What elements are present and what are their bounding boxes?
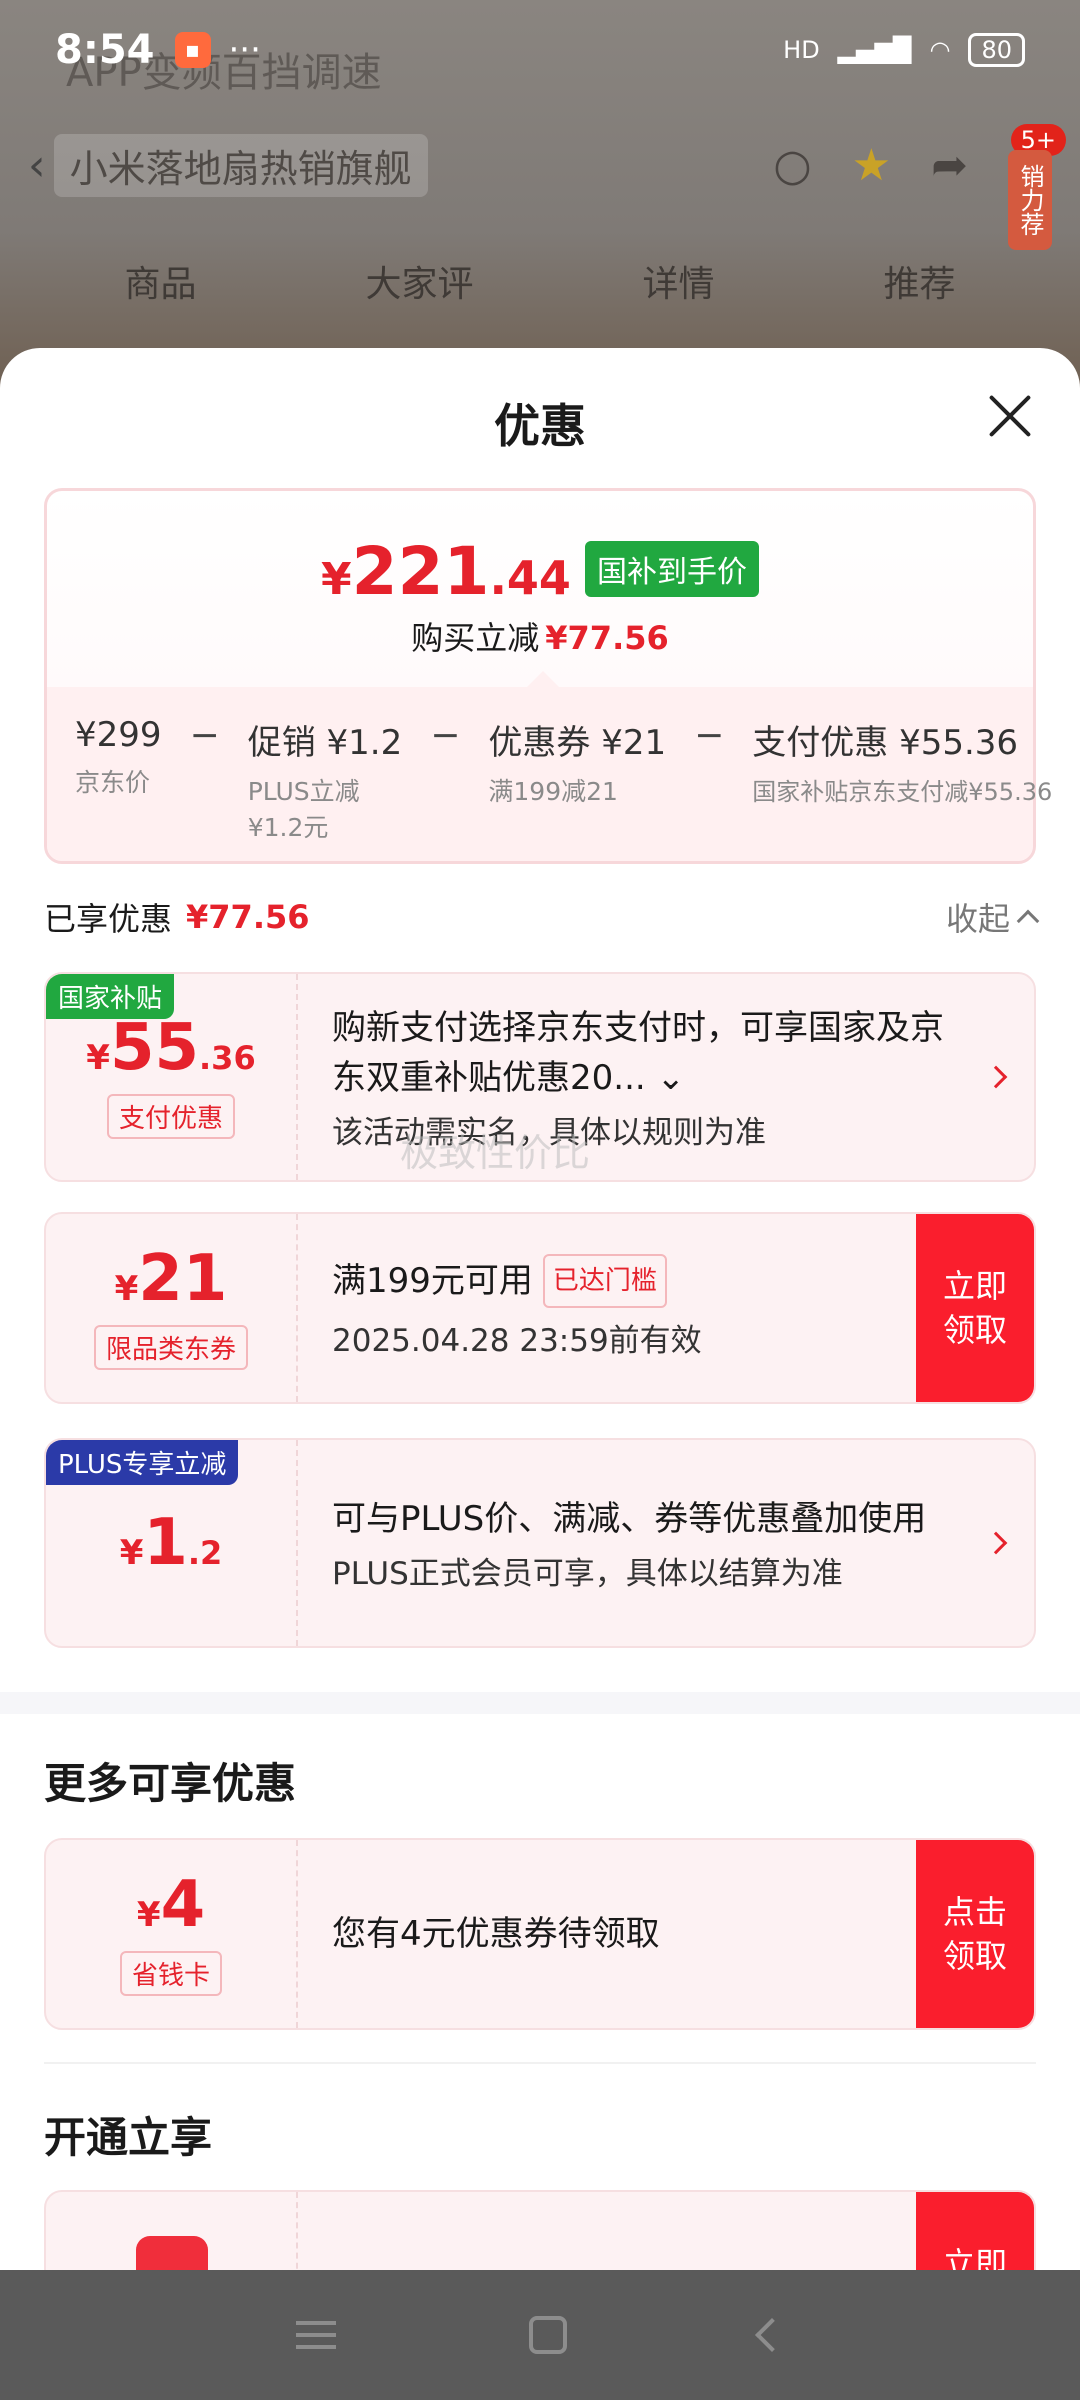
status-right: HD ▂▄▆█ ◠ 80	[783, 33, 1025, 67]
sheet-title: 优惠	[494, 399, 586, 453]
coupon-description: 您有4元优惠券待领取	[332, 1914, 660, 1954]
corner-tag-plus: PLUS专享立减	[46, 1440, 239, 1485]
wifi-icon: ◠	[929, 36, 951, 64]
watermark: 极致性价比	[400, 1131, 591, 1175]
coupon-card-open: 立即	[44, 2190, 1036, 2270]
network-label: HD	[783, 36, 820, 64]
battery-indicator: 80	[968, 33, 1025, 67]
search-icon[interactable]: ○	[773, 140, 811, 191]
system-nav-bar	[0, 2270, 1080, 2400]
coupon-value: ¥4 省钱卡	[46, 1840, 298, 2028]
member-logo-icon	[136, 2236, 208, 2270]
minus-operator: −	[430, 715, 461, 756]
chevron-up-icon	[1016, 909, 1040, 933]
coupon-description: 满199元可用 已达门槛 2025.04.28 23:59前有效	[332, 1214, 904, 1402]
coupon-type-label: 支付优惠	[106, 1093, 235, 1139]
app-notification-icon: ▪	[174, 32, 211, 68]
claim-coupon-button[interactable]: 立即领取	[916, 1214, 1034, 1402]
status-bar: 8:54 ▪ ··· HD ▂▄▆█ ◠ 80	[0, 0, 1080, 100]
final-price-row: ¥221.44 国补到手价	[47, 533, 1033, 610]
star-icon[interactable]: ★	[852, 140, 891, 191]
coupon-value: ¥21 限品类东券	[46, 1214, 298, 1402]
collapse-button[interactable]: 收起	[946, 894, 1040, 940]
instant-discount-row: 购买立减 ¥77.56	[411, 619, 669, 657]
back-nav-icon[interactable]	[754, 2318, 789, 2352]
share-icon[interactable]: ➦	[931, 140, 968, 191]
minus-operator: −	[694, 715, 725, 756]
instant-discount-amount: ¥77.56	[545, 619, 669, 657]
final-price: ¥221.44	[321, 533, 571, 610]
back-icon[interactable]: ‹	[28, 140, 46, 191]
coupon-description: 可与PLUS价、满减、券等优惠叠加使用 PLUS正式会员可享，具体以结算为准	[332, 1498, 927, 1592]
subsidy-price-tag: 国补到手价	[584, 541, 759, 597]
open-now-button[interactable]: 立即	[916, 2192, 1034, 2270]
signal-icon: ▂▄▆█	[837, 36, 912, 64]
discount-sheet: 优惠 ¥221.44 国补到手价 购买立减 ¥77.56 ¥299 京东价 − 促…	[0, 348, 1080, 2270]
breakdown-promotion: 促销 ¥1.2 PLUS立减 ¥1.2元	[247, 723, 403, 842]
corner-tag-national-subsidy: 国家补贴	[46, 974, 175, 1019]
section-divider	[0, 1692, 1080, 1714]
coupon-card-plus[interactable]: ¥1.2 PLUS专享立减 可与PLUS价、满减、券等优惠叠加使用 PLUS正式…	[44, 1438, 1036, 1648]
enjoyed-label: 已享优惠	[44, 900, 173, 938]
minus-operator: −	[189, 715, 220, 756]
tab-recommend[interactable]: 推荐	[883, 255, 955, 307]
threshold-reached-tag: 已达门槛	[542, 1254, 667, 1308]
status-time: 8:54	[55, 27, 155, 73]
price-breakdown: ¥299 京东价 − 促销 ¥1.2 PLUS立减 ¥1.2元 − 优惠券 ¥2…	[47, 687, 1052, 861]
chevron-right-icon[interactable]	[984, 1065, 1008, 1089]
tab-goods[interactable]: 商品	[124, 255, 196, 307]
side-tag[interactable]: 销力荐	[1008, 150, 1052, 250]
price-summary-card: ¥221.44 国补到手价 购买立减 ¥77.56 ¥299 京东价 − 促销 ¥…	[44, 488, 1052, 864]
status-more: ···	[228, 30, 261, 70]
close-icon[interactable]	[984, 388, 1036, 440]
divider	[44, 2062, 1036, 2064]
enjoyed-amount: ¥77.56	[186, 898, 310, 936]
coupon-type-label: 省钱卡	[119, 1950, 222, 1996]
enjoyed-discount-row: 已享优惠 ¥77.56 收起	[44, 894, 1040, 940]
store-name[interactable]: 小米落地扇热销旗舰	[53, 133, 428, 197]
breakdown-coupon: 优惠券 ¥21 满199减21	[488, 723, 667, 806]
background-store-row: ‹ 小米落地扇热销旗舰 ○ ★ ➦ ⋯	[28, 130, 1052, 200]
home-icon[interactable]	[528, 2316, 567, 2354]
more-discounts-title: 更多可享优惠	[44, 1759, 297, 1808]
background-tabs: 商品 大家评 详情 推荐	[0, 255, 1080, 307]
pointer-triangle	[527, 671, 559, 687]
tab-details[interactable]: 详情	[642, 255, 714, 307]
claim-savings-card-button[interactable]: 点击领取	[916, 1840, 1034, 2028]
coupon-card-category: ¥21 限品类东券 满199元可用 已达门槛 2025.04.28 23:59前有…	[44, 1212, 1036, 1404]
tab-reviews[interactable]: 大家评	[365, 255, 473, 307]
breakdown-jd-price: ¥299 京东价	[75, 715, 162, 797]
coupon-value	[46, 2192, 298, 2270]
menu-icon[interactable]	[296, 2321, 337, 2349]
breakdown-payment: 支付优惠 ¥55.36 国家补贴京东支付减¥55.36	[752, 723, 1053, 806]
open-member-title: 开通立享	[44, 2113, 213, 2162]
chevron-right-icon[interactable]	[984, 1531, 1008, 1555]
coupon-type-label: 限品类东券	[93, 1324, 248, 1370]
coupon-card-savings: ¥4 省钱卡 您有4元优惠券待领取 点击领取	[44, 1838, 1036, 2030]
